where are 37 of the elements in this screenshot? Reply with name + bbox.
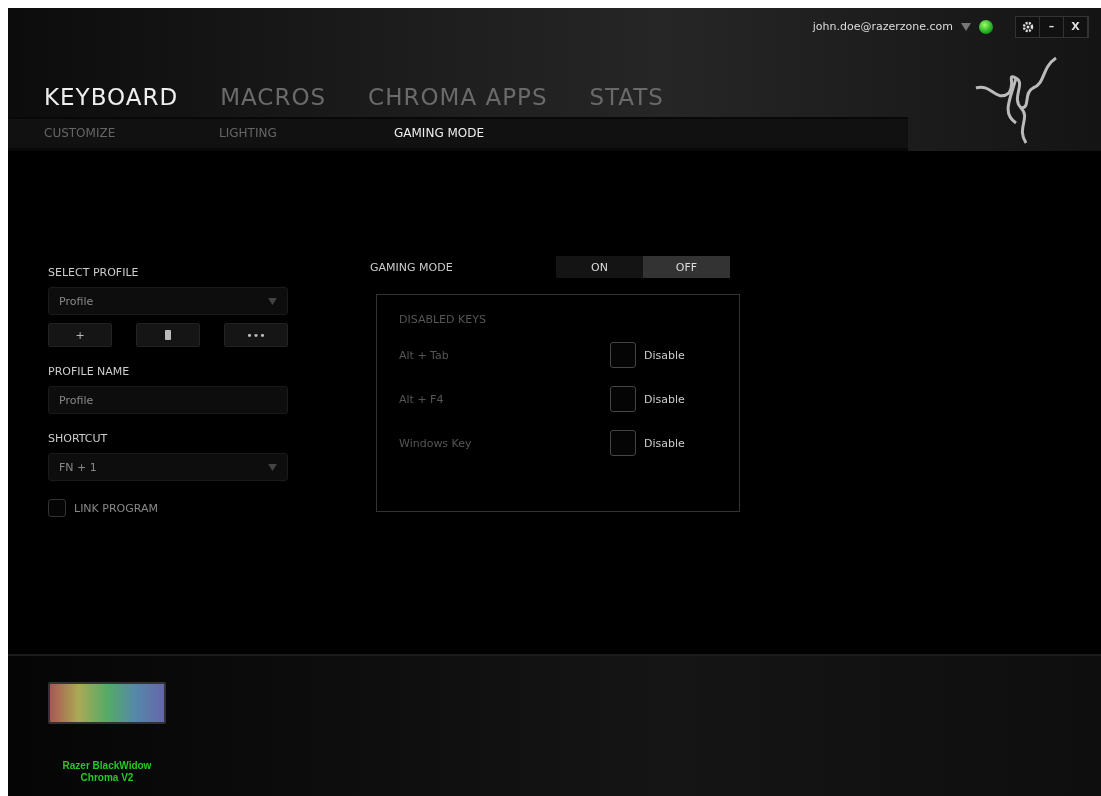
checkbox-label: Disable xyxy=(644,436,685,450)
checkbox[interactable] xyxy=(610,342,636,368)
sub-tab[interactable]: GAMING MODE xyxy=(394,126,569,141)
main-tab[interactable]: KEYBOARD xyxy=(44,81,179,113)
keyboard-picture[interactable] xyxy=(48,682,166,724)
toggle-option[interactable]: OFF xyxy=(643,256,730,278)
gear-icon xyxy=(1021,20,1034,33)
key-label: Alt + F4 xyxy=(399,392,445,406)
panel-title: DISABLED KEYS xyxy=(399,313,487,326)
checkbox-label: Disable xyxy=(644,392,685,406)
key-label: Windows Key xyxy=(399,436,473,450)
dropdown-caret-icon xyxy=(268,463,277,471)
gaming-mode-label: GAMING MODE xyxy=(370,260,454,274)
window-button[interactable]: X xyxy=(1064,16,1088,37)
trash-icon xyxy=(165,330,171,340)
settings-button[interactable] xyxy=(1016,16,1040,37)
checkbox-label: LINK PROGRAM xyxy=(74,501,158,515)
profile-action-button[interactable]: + xyxy=(48,323,112,347)
delete-button[interactable] xyxy=(136,323,200,347)
dropdown-caret-icon xyxy=(268,297,277,305)
profile-action-button[interactable]: ••• xyxy=(224,323,288,347)
key-label: Alt + Tab xyxy=(399,348,450,362)
checkbox-label: Disable xyxy=(644,348,685,362)
field-label: SELECT PROFILE xyxy=(48,266,140,279)
shortcut-dropdown[interactable]: FN + 1 xyxy=(48,453,288,481)
toggle-option[interactable]: ON xyxy=(556,256,643,278)
checkbox[interactable] xyxy=(610,386,636,412)
checkbox[interactable] xyxy=(48,499,66,517)
checkbox[interactable] xyxy=(610,430,636,456)
profile-dropdown[interactable]: Profile xyxy=(48,287,288,315)
profile-name-field[interactable]: Profile xyxy=(48,386,288,414)
device-name: Razer BlackWidow Chroma V2 xyxy=(61,760,153,784)
dropdown-caret-icon[interactable] xyxy=(961,22,971,31)
field-label: SHORTCUT xyxy=(48,432,109,445)
field-label: PROFILE NAME xyxy=(48,365,131,378)
account-email[interactable]: john.doe@razerzone.com xyxy=(812,20,953,34)
window-button[interactable]: – xyxy=(1040,16,1064,37)
